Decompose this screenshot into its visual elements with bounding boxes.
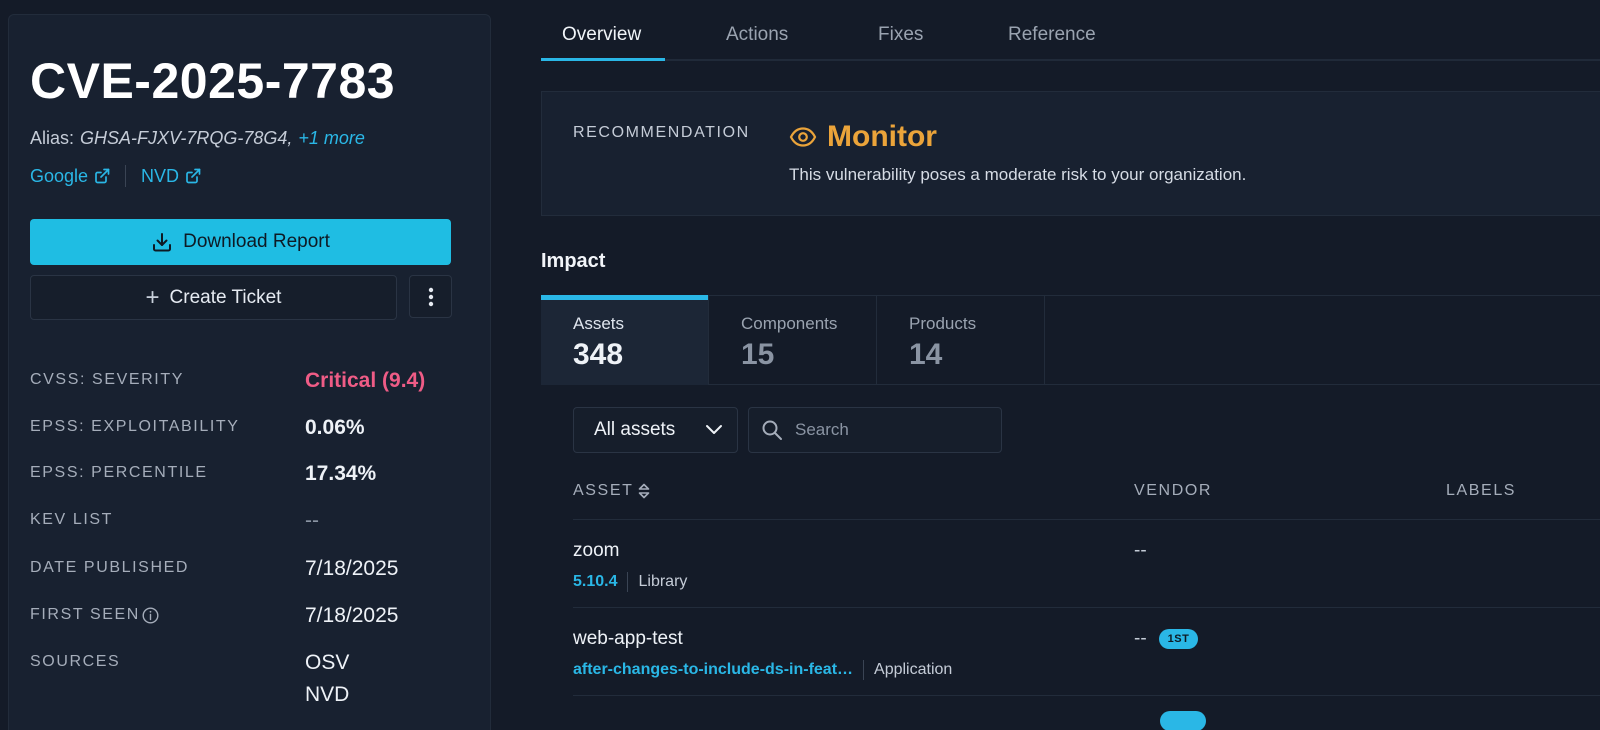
alias-label: Alias: (30, 128, 75, 148)
info-icon[interactable] (142, 606, 159, 624)
impact-title: Impact (541, 250, 606, 272)
cvss-severity-label: CVSS: SEVERITY (30, 371, 184, 388)
download-report-button[interactable]: Download Report (30, 219, 451, 265)
alias-row: Alias: GHSA-FJXV-7RQG-78G4, +1 more (30, 128, 365, 149)
column-header-asset-label: ASSET (573, 482, 634, 499)
stat-label: Components (741, 314, 838, 333)
more-options-button[interactable] (409, 275, 452, 318)
asset-name[interactable]: zoom (573, 540, 619, 562)
stat-tab-assets[interactable]: Assets 348 (541, 295, 709, 385)
kev-list-row: KEV LIST -- (30, 509, 460, 541)
asset-meta: 5.10.4 Library (573, 572, 687, 592)
date-published-row: DATE PUBLISHED 7/18/2025 (30, 557, 460, 589)
vendor-cell: -- 1ST (1134, 628, 1199, 650)
cvss-severity-value: Critical (9.4) (305, 369, 426, 392)
main-tabs: Overview Actions Fixes Reference (541, 0, 1600, 61)
stat-label: Assets (573, 314, 625, 333)
asset-name[interactable]: web-app-test (573, 628, 683, 650)
epss-exploitability-row: EPSS: EXPLOITABILITY 0.06% (30, 416, 460, 448)
meta-divider (863, 660, 865, 680)
search-icon (762, 420, 782, 440)
asset-version-link[interactable]: after-changes-to-include-ds-in-feat… (573, 661, 853, 679)
meta-divider (627, 572, 629, 592)
asset-version-link[interactable]: 5.10.4 (573, 573, 617, 591)
stat-tab-products[interactable]: Products 14 (877, 296, 1045, 385)
active-tab-indicator (541, 58, 665, 61)
download-icon (153, 233, 172, 252)
stat-count: 348 (573, 338, 624, 371)
first-seen-label-group: FIRST SEEN (30, 606, 159, 624)
stat-tab-components[interactable]: Components 15 (709, 296, 877, 385)
plus-icon: + (145, 283, 160, 311)
epss-percentile-row: EPSS: PERCENTILE 17.34% (30, 462, 460, 494)
vendor-value: -- (1134, 628, 1147, 649)
google-link-label: Google (30, 165, 89, 186)
cvss-severity-row: CVSS: SEVERITY Critical (9.4) (30, 369, 460, 401)
partial-badge (1160, 711, 1206, 730)
first-seen-row: FIRST SEEN 7/18/2025 (30, 604, 460, 636)
stat-count: 14 (909, 338, 943, 371)
recommendation-description: This vulnerability poses a moderate risk… (789, 165, 1247, 184)
cve-title: CVE-2025-7783 (30, 53, 396, 109)
search-box (748, 407, 1002, 453)
first-party-badge: 1ST (1158, 629, 1199, 649)
first-seen-label: FIRST SEEN (30, 606, 140, 623)
external-links: Google NVD (30, 165, 201, 187)
recommendation-value-text: Monitor (827, 120, 937, 153)
sources-label: SOURCES (30, 653, 121, 670)
asset-type: Library (638, 573, 688, 590)
google-link[interactable]: Google (30, 166, 110, 187)
active-stat-indicator (541, 295, 708, 300)
external-link-icon (95, 168, 110, 184)
recommendation-label: RECOMMENDATION (573, 124, 750, 141)
epss-exploitability-value: 0.06% (305, 416, 365, 439)
column-header-labels: LABELS (1446, 482, 1517, 499)
create-ticket-label: Create Ticket (169, 286, 282, 308)
stat-label: Products (909, 314, 977, 333)
kev-list-label: KEV LIST (30, 511, 114, 528)
first-seen-value: 7/18/2025 (305, 604, 399, 627)
column-header-asset[interactable]: ASSET (573, 482, 651, 500)
external-link-icon (186, 168, 201, 184)
impact-stats: Assets 348 Components 15 Products 14 (541, 295, 1600, 385)
epss-exploitability-label: EPSS: EXPLOITABILITY (30, 418, 240, 435)
source-item: NVD (305, 683, 350, 706)
asset-filter-select[interactable]: All assets (573, 407, 738, 453)
alias-value: GHSA-FJXV-7RQG-78G4, (80, 128, 293, 148)
asset-meta: after-changes-to-include-ds-in-feat… App… (573, 660, 952, 680)
download-report-label: Download Report (183, 231, 330, 252)
create-ticket-button[interactable]: + Create Ticket (30, 275, 397, 320)
epss-percentile-label: EPSS: PERCENTILE (30, 464, 208, 481)
chevron-down-icon (706, 425, 722, 434)
epss-percentile-value: 17.34% (305, 462, 377, 485)
tab-reference[interactable]: Reference (1008, 24, 1096, 46)
sources-list: OSV NVD (305, 647, 349, 711)
eye-icon (789, 127, 817, 147)
date-published-value: 7/18/2025 (305, 557, 399, 580)
stat-count: 15 (741, 338, 775, 371)
nvd-link[interactable]: NVD (141, 166, 201, 187)
tab-actions[interactable]: Actions (726, 24, 788, 46)
sources-row: SOURCES OSV NVD (30, 651, 460, 723)
column-header-vendor: VENDOR (1134, 482, 1213, 499)
asset-filter-value: All assets (594, 419, 676, 440)
recommendation-value: Monitor (789, 120, 937, 154)
nvd-link-label: NVD (141, 165, 180, 186)
alias-more-link[interactable]: +1 more (298, 128, 365, 148)
kebab-menu-icon (428, 287, 433, 306)
sort-icon (639, 483, 650, 499)
source-item: OSV (305, 651, 350, 674)
date-published-label: DATE PUBLISHED (30, 559, 190, 576)
recommendation-panel: RECOMMENDATION Monitor This vulnerabilit… (541, 91, 1600, 216)
vendor-cell: -- (1134, 540, 1147, 562)
table-row[interactable]: web-app-test after-changes-to-include-ds… (573, 608, 1600, 696)
tab-fixes[interactable]: Fixes (878, 24, 923, 46)
table-row[interactable]: zoom 5.10.4 Library -- (573, 520, 1600, 608)
kev-list-value: -- (305, 509, 319, 532)
asset-type: Application (874, 661, 953, 678)
vendor-value: -- (1134, 540, 1147, 561)
search-input[interactable] (795, 420, 985, 440)
link-divider (125, 165, 127, 187)
tab-overview[interactable]: Overview (562, 24, 641, 46)
